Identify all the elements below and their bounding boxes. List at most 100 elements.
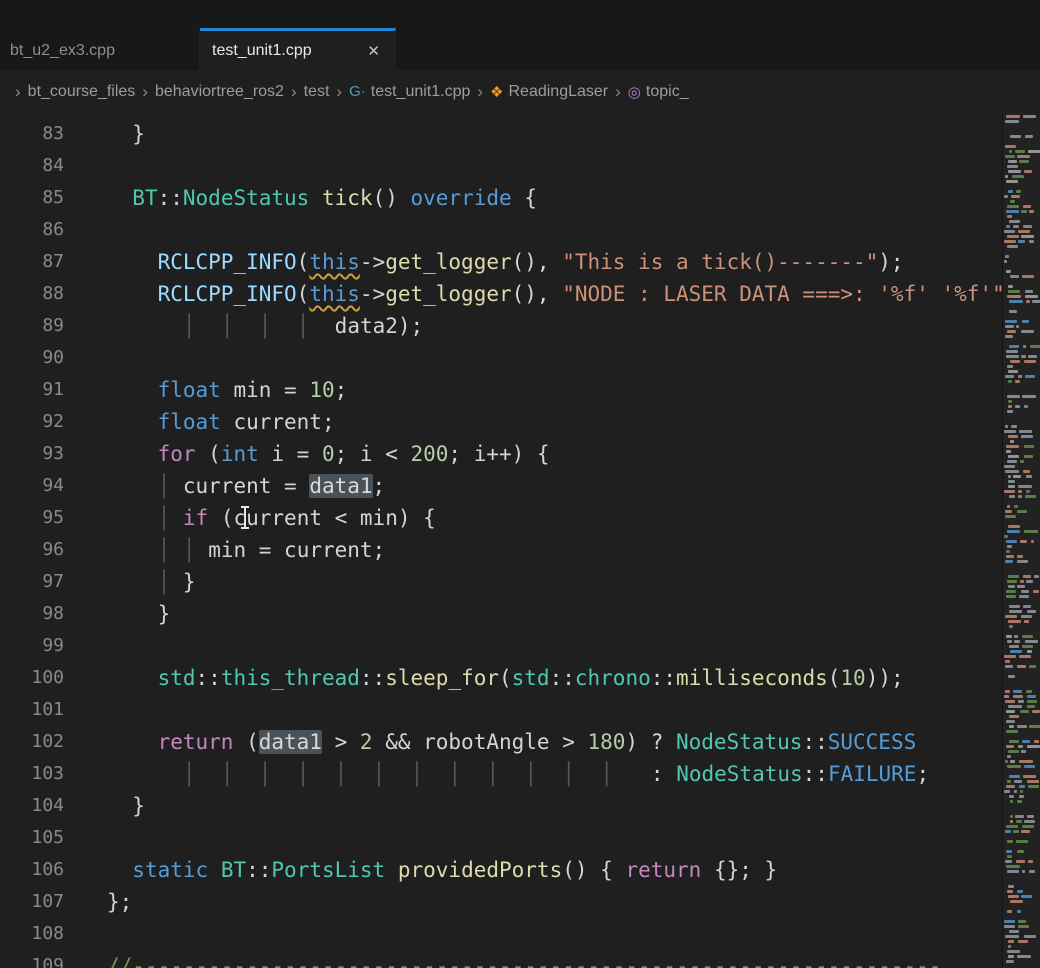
code-line[interactable]: 92 float current;	[0, 406, 1040, 438]
line-number[interactable]: 89	[0, 310, 64, 342]
code-line-text: return (data1 > 2 && robotAngle > 180) ?…	[64, 726, 916, 758]
line-number[interactable]: 104	[0, 790, 64, 822]
code-line-text	[64, 822, 107, 854]
code-line[interactable]: 99	[0, 630, 1040, 662]
line-number[interactable]: 95	[0, 502, 64, 534]
breadcrumb-item[interactable]: ◎topic_	[628, 83, 689, 101]
code-line[interactable]: 101	[0, 694, 1040, 726]
code-line-text: }	[64, 118, 145, 150]
code-line-text: │ │ min = current;	[64, 534, 385, 566]
line-number[interactable]: 108	[0, 918, 64, 950]
minimap[interactable]	[1002, 113, 1040, 968]
tab-bar: bt_u2_ex3.cpp test_unit1.cpp ✕	[0, 28, 1040, 70]
breadcrumb-item[interactable]: bt_course_files	[28, 83, 136, 101]
line-number[interactable]: 96	[0, 534, 64, 566]
line-number[interactable]: 94	[0, 470, 64, 502]
line-number[interactable]: 99	[0, 630, 64, 662]
line-number[interactable]: 109	[0, 950, 64, 968]
line-number[interactable]: 106	[0, 854, 64, 886]
code-line-text: │ │ │ │ │ │ │ │ │ │ │ │ : NodeStatus::FA…	[64, 758, 929, 790]
code-line-text: BT::NodeStatus tick() override {	[64, 182, 537, 214]
close-icon[interactable]: ✕	[364, 41, 383, 61]
code-line-text: }	[64, 790, 145, 822]
line-number[interactable]: 107	[0, 886, 64, 918]
line-number[interactable]: 86	[0, 214, 64, 246]
code-line[interactable]: 97 │ }	[0, 566, 1040, 598]
line-number[interactable]: 88	[0, 278, 64, 310]
breadcrumb-label: bt_course_files	[28, 83, 136, 101]
breadcrumb-item[interactable]: G·test_unit1.cpp	[349, 83, 470, 101]
code-line[interactable]: 109//-----------------------------------…	[0, 950, 1040, 968]
code-line-text	[64, 342, 107, 374]
tab-bt_u2_ex3[interactable]: bt_u2_ex3.cpp	[0, 28, 200, 70]
line-number[interactable]: 103	[0, 758, 64, 790]
line-number[interactable]: 101	[0, 694, 64, 726]
code-line-text: │ if (current < min) {	[64, 502, 436, 534]
code-line-text: RCLCPP_INFO(this->get_logger(), "NODE : …	[64, 278, 1040, 310]
breadcrumb-item[interactable]: test	[304, 83, 330, 101]
code-line-text: float current;	[64, 406, 335, 438]
code-line[interactable]: 91 float min = 10;	[0, 374, 1040, 406]
breadcrumb-separator: ›	[142, 82, 148, 102]
line-number[interactable]: 83	[0, 118, 64, 150]
code-line[interactable]: 98 }	[0, 598, 1040, 630]
tab-test_unit1[interactable]: test_unit1.cpp ✕	[200, 28, 396, 70]
code-line-text: for (int i = 0; i < 200; i++) {	[64, 438, 550, 470]
breadcrumb-item[interactable]: ❖ ReadingLaser	[490, 83, 608, 101]
code-line[interactable]: 90	[0, 342, 1040, 374]
line-number[interactable]: 100	[0, 662, 64, 694]
code-line[interactable]: 95 │ if (current < min) {	[0, 502, 1040, 534]
code-line[interactable]: 100 std::this_thread::sleep_for(std::chr…	[0, 662, 1040, 694]
window-top-strip	[0, 0, 1040, 28]
line-number[interactable]: 105	[0, 822, 64, 854]
code-line[interactable]: 106 static BT::PortsList providedPorts()…	[0, 854, 1040, 886]
line-number[interactable]: 92	[0, 406, 64, 438]
code-line[interactable]: 86	[0, 214, 1040, 246]
code-line[interactable]: 83 }	[0, 118, 1040, 150]
breadcrumb-separator: ›	[477, 82, 483, 102]
code-line-text: RCLCPP_INFO(this->get_logger(), "This is…	[64, 246, 904, 278]
breadcrumb-label: ReadingLaser	[509, 83, 609, 101]
code-line[interactable]: 89 │ │ │ │ data2);	[0, 310, 1040, 342]
line-number[interactable]: 91	[0, 374, 64, 406]
breadcrumb-label: topic_	[646, 83, 689, 101]
line-number[interactable]: 84	[0, 150, 64, 182]
breadcrumb-item[interactable]: behaviortree_ros2	[155, 83, 284, 101]
code-line[interactable]: 105	[0, 822, 1040, 854]
breadcrumb-separator: ›	[291, 82, 297, 102]
code-line[interactable]: 107};	[0, 886, 1040, 918]
breadcrumb-separator: ›	[15, 82, 21, 102]
code-line-text: float min = 10;	[64, 374, 347, 406]
code-line[interactable]: 85 BT::NodeStatus tick() override {	[0, 182, 1040, 214]
code-line[interactable]: 84	[0, 150, 1040, 182]
line-number[interactable]: 93	[0, 438, 64, 470]
line-number[interactable]: 98	[0, 598, 64, 630]
code-line[interactable]: 104 }	[0, 790, 1040, 822]
code-area: 83 }8485 BT::NodeStatus tick() override …	[0, 113, 1040, 968]
line-number[interactable]: 90	[0, 342, 64, 374]
code-line[interactable]: 108	[0, 918, 1040, 950]
code-line-text: │ │ │ │ data2);	[64, 310, 423, 342]
cpp-file-icon: G·	[349, 83, 366, 100]
breadcrumb-separator: ›	[336, 82, 342, 102]
code-line-text: //--------------------------------------…	[64, 950, 941, 968]
tab-label: test_unit1.cpp	[212, 42, 312, 60]
tab-label: bt_u2_ex3.cpp	[10, 42, 115, 60]
code-line[interactable]: 94 │ current = data1;	[0, 470, 1040, 502]
line-number[interactable]: 102	[0, 726, 64, 758]
line-number[interactable]: 97	[0, 566, 64, 598]
code-line-text	[64, 630, 107, 662]
class-icon: ❖	[490, 83, 503, 101]
code-line[interactable]: 102 return (data1 > 2 && robotAngle > 18…	[0, 726, 1040, 758]
breadcrumb-separator: ›	[615, 82, 621, 102]
code-line-text: }	[64, 598, 170, 630]
line-number[interactable]: 87	[0, 246, 64, 278]
code-line[interactable]: 88 RCLCPP_INFO(this->get_logger(), "NODE…	[0, 278, 1040, 310]
code-line[interactable]: 103 │ │ │ │ │ │ │ │ │ │ │ │ : NodeStatus…	[0, 758, 1040, 790]
line-number[interactable]: 85	[0, 182, 64, 214]
code-line[interactable]: 93 for (int i = 0; i < 200; i++) {	[0, 438, 1040, 470]
code-line-text: std::this_thread::sleep_for(std::chrono:…	[64, 662, 904, 694]
code-line[interactable]: 96 │ │ min = current;	[0, 534, 1040, 566]
code-line-text	[64, 214, 107, 246]
code-line[interactable]: 87 RCLCPP_INFO(this->get_logger(), "This…	[0, 246, 1040, 278]
